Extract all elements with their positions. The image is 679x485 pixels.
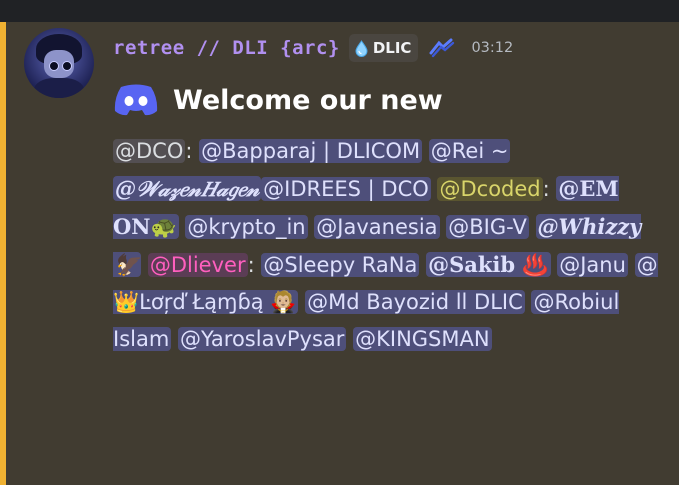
mention-wazenhagen[interactable]: @𝒲𝒶𝓏𝑒𝓃𝐻𝒶𝑔𝑒𝓃 (113, 176, 262, 201)
message-header: retree // DLI {arc} DLIC 03:12 (113, 34, 513, 62)
message-title: Welcome our new (173, 84, 443, 116)
mention-bapparaj[interactable]: @Bapparaj | DLICOM (199, 139, 423, 163)
mention-kingsman[interactable]: @KINGSMAN (353, 327, 492, 351)
avatar[interactable] (24, 28, 94, 98)
mention-krypto[interactable]: @krypto_in (185, 215, 308, 239)
timestamp[interactable]: 03:12 (471, 40, 513, 56)
discord-clyde-icon (114, 84, 158, 116)
mention-sakib[interactable]: @𝐒𝐚𝐤𝐢𝐛 ♨️ (426, 252, 551, 277)
mention-highlight-bar (0, 22, 6, 485)
mention-dco[interactable]: @DCO (113, 139, 186, 163)
mention-yaroslavpysar[interactable]: @YaroslavPysar (177, 327, 347, 351)
mention-janu[interactable]: @Janu (557, 253, 628, 277)
mention-md-bayozid[interactable]: @Md Bayozid ll DLIC (305, 290, 525, 314)
mention-javanesia[interactable]: @Javanesia (314, 215, 440, 239)
role-emblem-icon (429, 38, 455, 58)
mention-dliever[interactable]: @Dliever (147, 253, 248, 277)
message-content: @DCO: @Bapparaj | DLICOM @Rei ~ @𝒲𝒶𝓏𝑒𝓃𝐻𝒶… (113, 133, 658, 358)
server-tag-badge[interactable]: DLIC (348, 34, 419, 62)
separator: : (542, 177, 550, 201)
mention-rei[interactable]: @Rei ~ (428, 139, 511, 163)
username[interactable]: retree // DLI {arc} (113, 37, 340, 59)
chat-message: retree // DLI {arc} DLIC 03:12 Welcome o… (0, 22, 679, 485)
water-drop-icon (355, 39, 368, 57)
top-bar (0, 0, 679, 22)
message-title-line: Welcome our new (113, 80, 443, 120)
mention-bigv[interactable]: @BIG-V (446, 215, 529, 239)
mention-sleepy-rana[interactable]: @Sleepy RaNa (261, 253, 420, 277)
separator: : (247, 253, 255, 277)
mention-dcoded[interactable]: @Dcoded (437, 177, 543, 201)
server-tag-label: DLIC (372, 39, 412, 57)
mention-idrees[interactable]: @IDREES | DCO (261, 177, 431, 201)
separator: : (185, 139, 193, 163)
